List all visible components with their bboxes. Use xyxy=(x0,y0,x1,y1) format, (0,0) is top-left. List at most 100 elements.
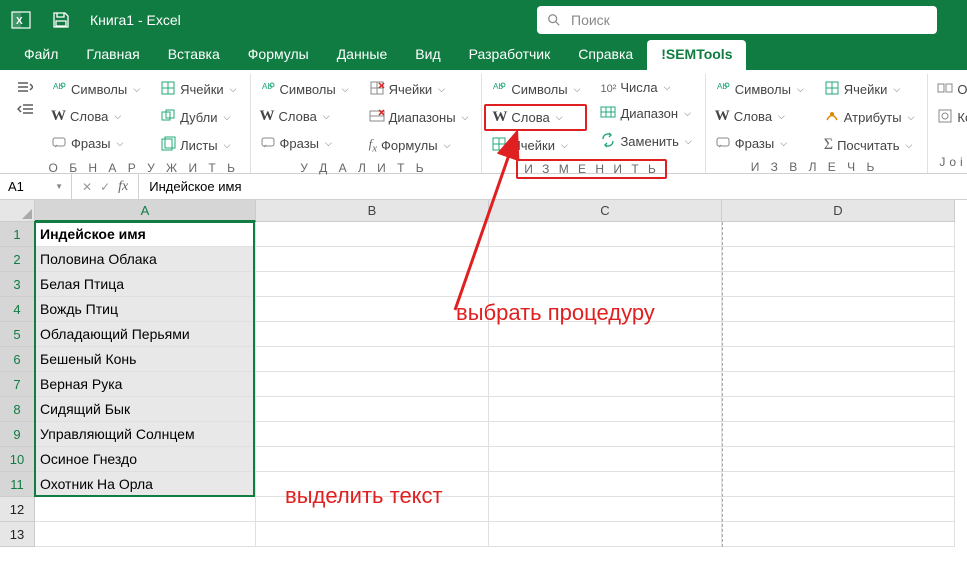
cell[interactable] xyxy=(489,447,722,472)
cell[interactable] xyxy=(489,247,722,272)
ribbon-слова[interactable]: WСлова⌵ xyxy=(708,104,811,129)
ribbon-ячейки[interactable]: Ячейки⌵ xyxy=(153,76,243,103)
ribbon-слова[interactable]: WСлова⌵ xyxy=(253,104,356,129)
cell[interactable] xyxy=(256,422,489,447)
ribbon-числа[interactable]: 10²Числа⌵ xyxy=(593,76,698,99)
ribbon-символы[interactable]: ᴬᵇСимволы⌵ xyxy=(44,76,147,103)
cell[interactable]: Бешеный Конь xyxy=(35,347,256,372)
save-icon[interactable] xyxy=(50,9,72,31)
cell[interactable] xyxy=(489,422,722,447)
row-header[interactable]: 6 xyxy=(0,347,35,372)
cell[interactable] xyxy=(256,497,489,522)
cell[interactable] xyxy=(489,297,722,322)
cell[interactable] xyxy=(722,247,955,272)
cell[interactable] xyxy=(722,497,955,522)
row-header[interactable]: 12 xyxy=(0,497,35,522)
cell[interactable]: Индейское имя xyxy=(35,222,256,247)
cell[interactable]: Обладающий Перьями xyxy=(35,322,256,347)
cell[interactable]: Верная Рука xyxy=(35,372,256,397)
tab-!semtools[interactable]: !SEMTools xyxy=(647,40,746,70)
select-all-corner[interactable] xyxy=(0,200,35,222)
cell[interactable] xyxy=(489,347,722,372)
cell[interactable] xyxy=(256,347,489,372)
row-header[interactable]: 13 xyxy=(0,522,35,547)
cell[interactable] xyxy=(722,347,955,372)
row-header[interactable]: 10 xyxy=(0,447,35,472)
ribbon-листы[interactable]: Листы⌵ xyxy=(153,132,243,159)
ribbon-фразы[interactable]: Фразы⌵ xyxy=(253,130,356,157)
cell[interactable]: Белая Птица xyxy=(35,272,256,297)
cell[interactable] xyxy=(722,322,955,347)
cell[interactable]: Половина Облака xyxy=(35,247,256,272)
cell[interactable] xyxy=(489,372,722,397)
ribbon-ячейки[interactable]: Ячейки⌵ xyxy=(484,132,587,159)
cell[interactable] xyxy=(489,522,722,547)
column-header-A[interactable]: A xyxy=(35,200,256,222)
cell[interactable] xyxy=(256,247,489,272)
row-header[interactable]: 7 xyxy=(0,372,35,397)
column-header-D[interactable]: D xyxy=(722,200,955,222)
cell[interactable] xyxy=(722,222,955,247)
row-header[interactable]: 2 xyxy=(0,247,35,272)
cell[interactable]: Сидящий Бык xyxy=(35,397,256,422)
search-box[interactable]: Поиск xyxy=(537,6,937,34)
cell[interactable] xyxy=(489,322,722,347)
cell[interactable] xyxy=(489,222,722,247)
cell[interactable] xyxy=(35,497,256,522)
ribbon-атрибуты[interactable]: Атрибуты⌵ xyxy=(817,104,922,131)
fx-icon[interactable]: fx xyxy=(118,179,128,195)
column-header-C[interactable]: C xyxy=(489,200,722,222)
cell[interactable] xyxy=(35,522,256,547)
tab-вставка[interactable]: Вставка xyxy=(154,40,234,70)
cell[interactable] xyxy=(489,397,722,422)
ribbon-посчитать[interactable]: ΣПосчитать⌵ xyxy=(817,132,922,158)
tab-разработчик[interactable]: Разработчик xyxy=(455,40,565,70)
cell[interactable]: Вождь Птиц xyxy=(35,297,256,322)
cell[interactable]: Управляющий Солнцем xyxy=(35,422,256,447)
tab-главная[interactable]: Главная xyxy=(72,40,153,70)
ribbon-дубли[interactable]: Дубли⌵ xyxy=(153,104,243,131)
cell[interactable] xyxy=(489,272,722,297)
row-header[interactable]: 3 xyxy=(0,272,35,297)
ribbon-фразы[interactable]: Фразы⌵ xyxy=(44,130,147,157)
tab-данные[interactable]: Данные xyxy=(323,40,402,70)
cell[interactable] xyxy=(489,472,722,497)
ribbon-заменить[interactable]: Заменить⌵ xyxy=(593,128,698,155)
indent-left-icon[interactable] xyxy=(12,100,38,118)
indent-right-icon[interactable] xyxy=(12,78,38,96)
ribbon-формулы[interactable]: fxФормулы⌵ xyxy=(362,132,476,159)
cancel-icon[interactable]: ✕ xyxy=(82,180,92,194)
cell[interactable] xyxy=(256,222,489,247)
cell[interactable] xyxy=(722,422,955,447)
cell[interactable] xyxy=(256,522,489,547)
cell[interactable] xyxy=(256,472,489,497)
cell[interactable] xyxy=(256,322,489,347)
name-box[interactable]: A1 ▼ xyxy=(0,174,72,199)
formula-input[interactable]: Индейское имя xyxy=(139,179,967,194)
cell[interactable] xyxy=(256,447,489,472)
row-header[interactable]: 9 xyxy=(0,422,35,447)
cell[interactable] xyxy=(722,372,955,397)
ribbon-ячейки[interactable]: Ячейки⌵ xyxy=(362,76,476,103)
tab-справка[interactable]: Справка xyxy=(564,40,647,70)
ribbon-ячейки[interactable]: Ячейки⌵ xyxy=(817,76,922,103)
accept-icon[interactable]: ✓ xyxy=(100,180,110,194)
cell[interactable] xyxy=(722,472,955,497)
ribbon-слова[interactable]: WСлова⌵ xyxy=(44,104,147,129)
tab-формулы[interactable]: Формулы xyxy=(234,40,323,70)
cell[interactable] xyxy=(256,372,489,397)
cell[interactable] xyxy=(722,397,955,422)
cell[interactable] xyxy=(722,297,955,322)
cell[interactable]: Охотник На Орла xyxy=(35,472,256,497)
ribbon-символы[interactable]: ᴬᵇСимволы⌵ xyxy=(484,76,587,103)
cell[interactable] xyxy=(256,272,489,297)
ribbon-фразы[interactable]: Фразы⌵ xyxy=(708,130,811,157)
ribbon-диапазоны[interactable]: Диапазоны⌵ xyxy=(362,104,476,131)
cell[interactable] xyxy=(722,522,955,547)
tab-вид[interactable]: Вид xyxy=(401,40,454,70)
ribbon-объед[interactable]: Объед⌵ xyxy=(930,76,967,103)
tab-файл[interactable]: Файл xyxy=(10,40,72,70)
ribbon-диапазон[interactable]: Диапазон⌵ xyxy=(593,100,698,127)
ribbon-символы[interactable]: ᴬᵇСимволы⌵ xyxy=(708,76,811,103)
row-header[interactable]: 5 xyxy=(0,322,35,347)
